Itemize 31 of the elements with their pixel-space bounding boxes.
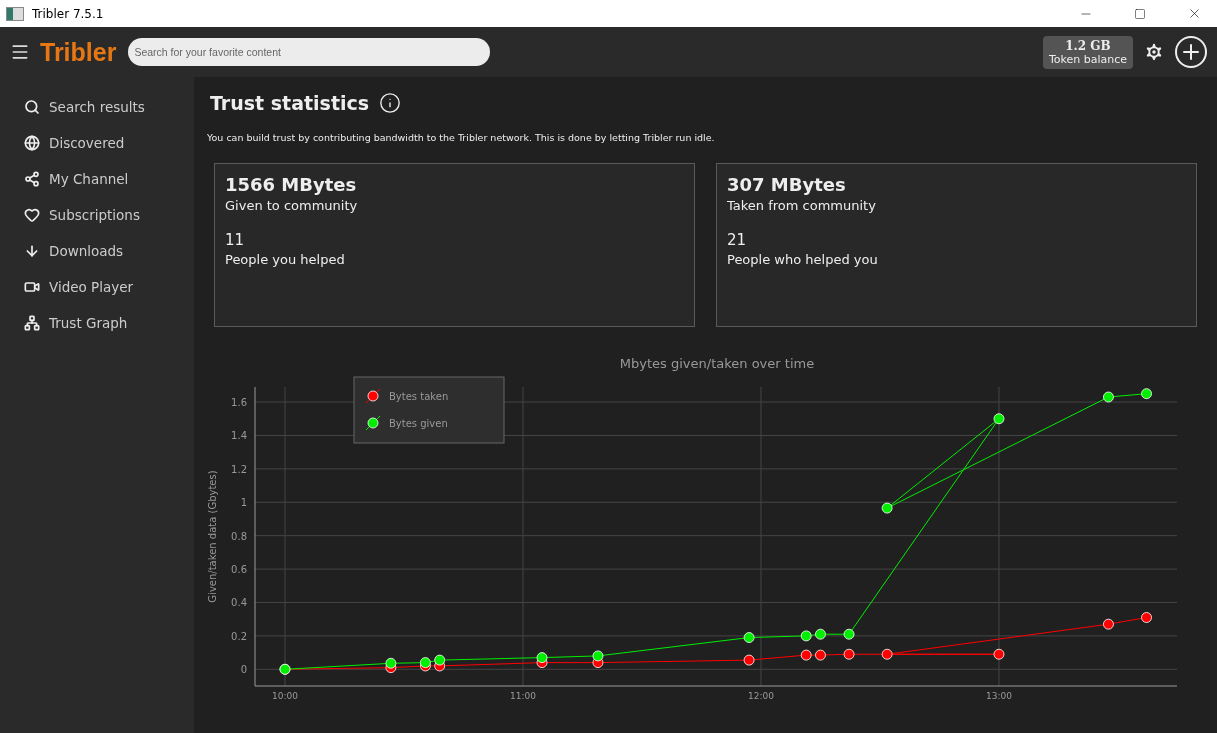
token-label: Token balance bbox=[1048, 52, 1127, 66]
y-tick-label: 1 bbox=[240, 497, 247, 509]
y-tick-label: 1.6 bbox=[231, 397, 247, 409]
x-tick-label: 10:00 bbox=[272, 691, 298, 701]
y-tick-label: 1.4 bbox=[231, 430, 247, 442]
chart-title: Mbytes given/taken over time bbox=[619, 356, 815, 371]
y-tick-label: 0.4 bbox=[231, 597, 247, 609]
amount-value: 307 MBytes bbox=[727, 174, 847, 195]
amount-value: 1566 MBytes bbox=[225, 174, 358, 195]
x-tick-label: 12:00 bbox=[748, 691, 774, 701]
legend-label: Bytes taken bbox=[389, 391, 449, 402]
y-axis-label: Given/taken data (Gbytes) bbox=[207, 470, 218, 603]
y-tick-label: 0 bbox=[240, 664, 247, 676]
legend-label: Bytes given bbox=[389, 418, 448, 429]
people-count: 21 bbox=[727, 231, 748, 249]
y-tick-label: 1.2 bbox=[231, 463, 247, 475]
y-tick-label: 0.8 bbox=[231, 530, 247, 542]
x-tick-label: 13:00 bbox=[986, 691, 1012, 701]
amount-label: Given to community bbox=[225, 198, 359, 213]
window-title: Tribler 7.5.1 bbox=[32, 6, 105, 21]
page-title: Trust statistics bbox=[210, 92, 370, 114]
people-label: People you helped bbox=[225, 252, 346, 267]
app-logo: Tribler bbox=[40, 37, 117, 67]
token-amount: 1.2 GB bbox=[1065, 38, 1111, 53]
y-tick-label: 0.2 bbox=[231, 630, 247, 642]
y-tick-label: 0.6 bbox=[231, 564, 247, 576]
intro-text: You can build trust by contributing bandwidth to the Tribler network. This is done by letting Tribler run idle. bbox=[207, 132, 716, 143]
amount-label: Taken from community bbox=[727, 198, 877, 213]
people-label: People who helped you bbox=[727, 252, 879, 267]
people-count: 11 bbox=[225, 231, 246, 249]
x-tick-label: 11:00 bbox=[510, 691, 536, 701]
